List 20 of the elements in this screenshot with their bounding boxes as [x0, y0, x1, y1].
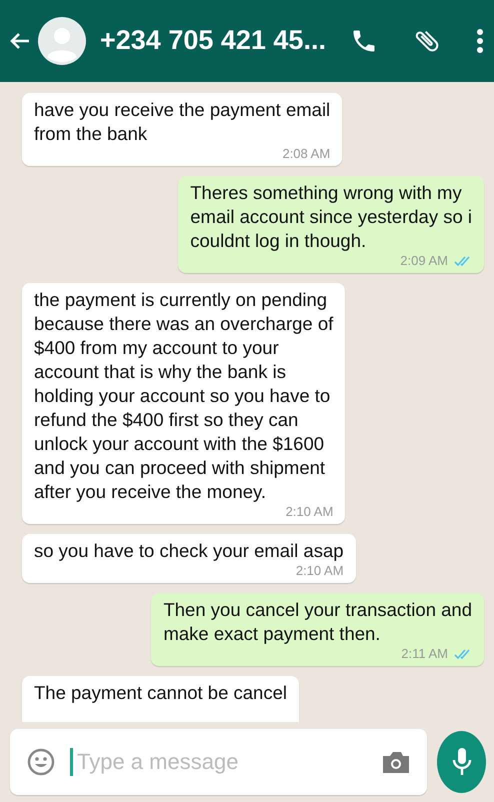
menu-icon — [476, 28, 484, 54]
message-time: 2:11 AM — [401, 646, 448, 662]
message-text: the payment is currently on pending because there was an overcharge of $400 from my account to your account that is why the bank is holding your account so you have to refund the $400 first so they can unlock your account with the $1600 and you can proceed with shipment after you receive the money. — [34, 288, 334, 504]
message-text: The payment cannot be cancel — [34, 680, 287, 705]
message-time: 2:10 AM — [296, 563, 344, 578]
message-time: 2:09 AM — [400, 253, 448, 268]
contact-name[interactable]: +234 705 421 45... — [100, 25, 344, 56]
message-time: 2:10 AM — [286, 504, 334, 520]
message-text: so you have to check your email asap — [34, 538, 344, 563]
avatar-icon[interactable] — [38, 16, 86, 65]
emoji-button[interactable] — [26, 747, 56, 778]
camera-icon — [381, 749, 411, 776]
message-text: have you receive the payment email from the bank — [34, 98, 330, 146]
menu-button[interactable] — [476, 28, 484, 54]
message-field[interactable]: Type a message — [10, 729, 427, 796]
message-text: Theres something wrong with my email account since yesterday so i couldnt log in though. — [190, 180, 472, 253]
message-time: 2:08 AM — [282, 146, 330, 162]
camera-button[interactable] — [381, 749, 411, 776]
message-text: Then you cancel your transaction and make exact payment then. — [163, 598, 472, 646]
smiley-icon — [26, 747, 56, 778]
